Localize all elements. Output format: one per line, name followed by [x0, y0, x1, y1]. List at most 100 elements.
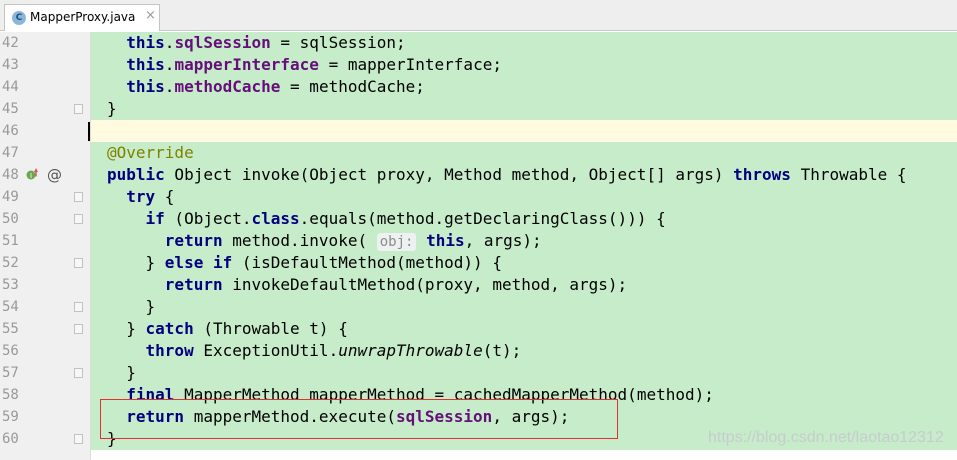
- code-line[interactable]: 45}: [0, 98, 957, 120]
- fold-marker-icon[interactable]: [74, 302, 83, 312]
- code-text: return invokeDefaultMethod(proxy, method…: [107, 274, 627, 296]
- code-token: methodCache: [174, 77, 281, 96]
- code-line[interactable]: 49 try {: [0, 186, 957, 208]
- tab-mapperproxy-java[interactable]: C MapperProxy.java ×: [4, 4, 160, 31]
- code-token: mapperInterface: [174, 55, 319, 74]
- code-token: , args);: [464, 231, 542, 250]
- code-token: }: [107, 253, 165, 272]
- svg-text:I: I: [30, 172, 32, 180]
- code-token: this: [126, 33, 165, 52]
- fold-marker-icon[interactable]: [74, 258, 83, 268]
- code-line[interactable]: 44 this.methodCache = methodCache;: [0, 76, 957, 98]
- code-token: unwrapThrowable: [338, 341, 483, 360]
- line-number: 56: [2, 343, 19, 359]
- fold-marker-icon[interactable]: [74, 214, 83, 224]
- code-token: .equals(method.getDeclaringClass())) {: [299, 209, 666, 228]
- code-token: (Throwable t) {: [193, 319, 348, 338]
- code-text: } else if (isDefaultMethod(method)) {: [107, 252, 502, 274]
- code-line[interactable]: 55 } catch (Throwable t) {: [0, 318, 957, 340]
- line-number: 60: [2, 431, 19, 447]
- code-text: throw ExceptionUtil.unwrapThrowable(t);: [107, 340, 522, 362]
- code-token: throw: [145, 341, 194, 360]
- code-text: this.sqlSession = sqlSession;: [107, 32, 405, 54]
- code-line[interactable]: 57 }: [0, 362, 957, 384]
- java-class-icon: C: [12, 11, 26, 25]
- line-number: 52: [2, 255, 19, 271]
- code-line[interactable]: 51 return method.invoke( obj: this, args…: [0, 230, 957, 252]
- code-token: }: [107, 297, 156, 316]
- code-line[interactable]: 52 } else if (isDefaultMethod(method)) {: [0, 252, 957, 274]
- code-token: return: [164, 231, 223, 250]
- line-number: 58: [2, 387, 19, 403]
- code-text: try {: [107, 186, 174, 208]
- close-tab-icon[interactable]: ×: [145, 8, 156, 23]
- override-method-icon[interactable]: I: [26, 168, 38, 180]
- tab-filename: MapperProxy.java: [30, 10, 136, 24]
- code-token: (t);: [482, 341, 522, 360]
- highlight-box: [100, 399, 618, 439]
- line-highlight: [91, 120, 957, 142]
- text-caret: [88, 122, 90, 141]
- line-number: 48: [2, 167, 19, 183]
- code-line[interactable]: 54 }: [0, 296, 957, 318]
- code-line[interactable]: 56 throw ExceptionUtil.unwrapThrowable(t…: [0, 340, 957, 362]
- watermark: https://blog.csdn.net/laotao12312: [708, 429, 944, 446]
- code-token: .: [164, 55, 175, 74]
- code-text: }: [107, 362, 136, 384]
- line-number: 45: [2, 101, 19, 117]
- line-highlight: [91, 362, 957, 384]
- code-line[interactable]: 50 if (Object.class.equals(method.getDec…: [0, 208, 957, 230]
- code-text: public Object invoke(Object proxy, Metho…: [107, 164, 907, 186]
- code-token: Throwable {: [790, 165, 907, 184]
- code-line[interactable]: 47 @Override: [0, 142, 957, 164]
- line-number: 46: [2, 123, 19, 139]
- code-text: if (Object.class.equals(method.getDeclar…: [107, 208, 666, 230]
- fold-marker-icon[interactable]: [74, 368, 83, 378]
- fold-marker-icon[interactable]: [74, 192, 83, 202]
- fold-marker-icon[interactable]: [74, 104, 83, 114]
- code-token: .: [164, 33, 175, 52]
- line-number: 42: [2, 35, 19, 51]
- code-token: = mapperInterface;: [318, 55, 502, 74]
- code-token: {: [155, 187, 175, 206]
- code-token: class: [251, 209, 300, 228]
- code-line[interactable]: 46: [0, 120, 957, 142]
- code-token: throws: [733, 165, 791, 184]
- code-token: }: [107, 363, 136, 382]
- code-token: catch: [145, 319, 194, 338]
- code-text: return method.invoke( obj: this, args);: [107, 230, 542, 252]
- code-token: this: [126, 55, 165, 74]
- code-token: try: [126, 187, 156, 206]
- fold-marker-icon[interactable]: [74, 434, 83, 444]
- code-editor[interactable]: 42 this.sqlSession = sqlSession; 43 this.…: [0, 32, 957, 460]
- code-token: sqlSession: [174, 33, 271, 52]
- line-number: 44: [2, 79, 19, 95]
- code-token: Object invoke(Object proxy, Method metho…: [164, 165, 734, 184]
- code-token: = methodCache;: [280, 77, 425, 96]
- line-number: 50: [2, 211, 19, 227]
- code-token: .: [164, 77, 175, 96]
- code-line[interactable]: 48 I @ public Object invoke(Object proxy, M…: [0, 164, 957, 186]
- fold-marker-icon[interactable]: [74, 324, 83, 334]
- line-number: 57: [2, 365, 19, 381]
- code-line[interactable]: 53 return invokeDefaultMethod(proxy, met…: [0, 274, 957, 296]
- code-token: invokeDefaultMethod(proxy, method, args)…: [222, 275, 628, 294]
- code-token: return: [164, 275, 223, 294]
- code-text: }: [107, 296, 156, 318]
- code-token: public: [107, 165, 165, 184]
- code-token: ExceptionUtil.: [193, 341, 339, 360]
- annotation-icon[interactable]: @: [47, 166, 62, 184]
- code-token: this: [426, 231, 465, 250]
- line-number: 43: [2, 57, 19, 73]
- line-number: 49: [2, 189, 19, 205]
- code-text: this.mapperInterface = mapperInterface;: [107, 54, 502, 76]
- line-highlight: [91, 186, 957, 208]
- code-line[interactable]: 43 this.mapperInterface = mapperInterfac…: [0, 54, 957, 76]
- code-line[interactable]: 42 this.sqlSession = sqlSession;: [0, 32, 957, 54]
